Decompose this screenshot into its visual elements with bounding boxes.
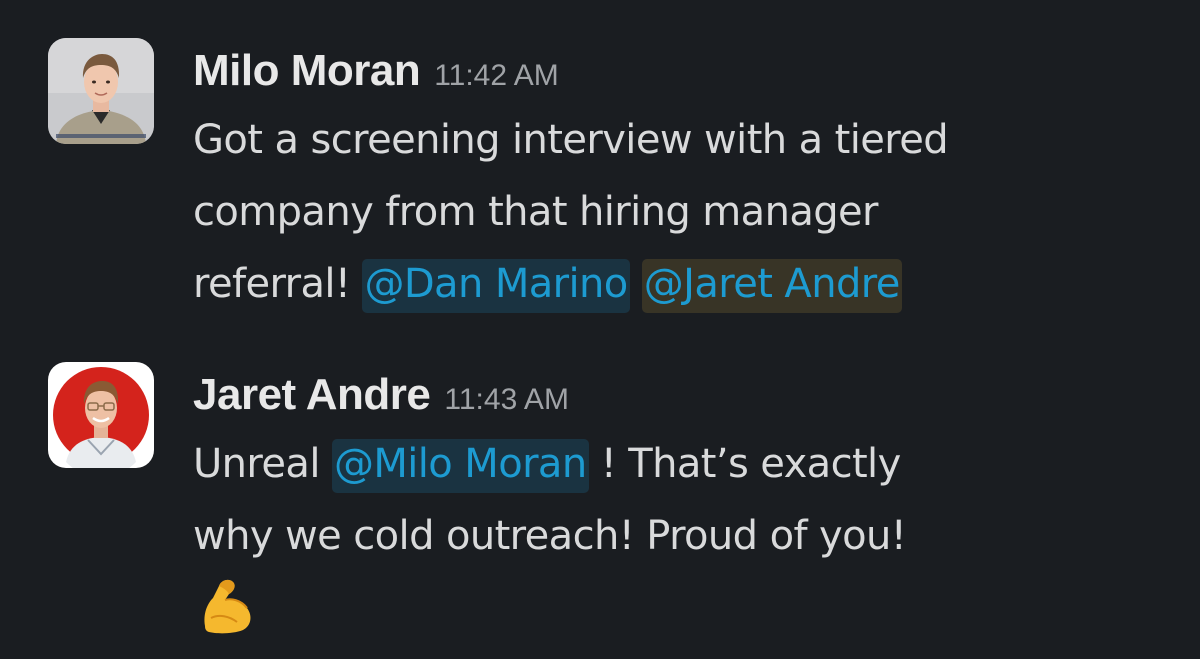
message-body: Got a screening interview with a tiered … — [193, 104, 1178, 320]
message-line: why we cold outreach! Proud of you! — [193, 513, 907, 559]
message-line: Unreal @Milo Moran ! That’s exactly — [193, 428, 1178, 500]
timestamp[interactable]: 11:42 AM — [434, 59, 559, 92]
message-text: referral! — [193, 261, 363, 307]
message-line: Got a screening interview with a tiered — [193, 117, 949, 163]
message-line: company from that hiring manager — [193, 189, 878, 235]
emoji-line — [193, 572, 1178, 644]
message-content: Jaret Andre 11:43 AM Unreal @Milo Moran !… — [193, 362, 1178, 644]
message-header: Jaret Andre 11:43 AM — [193, 362, 1178, 428]
mention-milo-moran[interactable]: @Milo Moran — [331, 439, 589, 493]
message-body: Unreal @Milo Moran ! That’s exactly why … — [193, 428, 1178, 644]
flexed-biceps-icon[interactable] — [197, 574, 259, 659]
avatar-jaret[interactable] — [48, 362, 154, 468]
message-text: ! That’s exactly — [588, 441, 902, 487]
message-text: Unreal — [193, 441, 332, 487]
message-content: Milo Moran 11:42 AM Got a screening inter… — [193, 38, 1178, 320]
author-name[interactable]: Milo Moran — [193, 46, 421, 95]
message-header: Milo Moran 11:42 AM — [193, 38, 1178, 104]
timestamp[interactable]: 11:43 AM — [444, 383, 569, 416]
message-line: referral! @Dan Marino @Jaret Andre — [193, 248, 1178, 320]
avatar-milo[interactable] — [48, 38, 154, 144]
mention-dan-marino[interactable]: @Dan Marino — [362, 259, 630, 313]
mention-jaret-andre[interactable]: @Jaret Andre — [641, 259, 902, 313]
author-name[interactable]: Jaret Andre — [193, 370, 431, 419]
